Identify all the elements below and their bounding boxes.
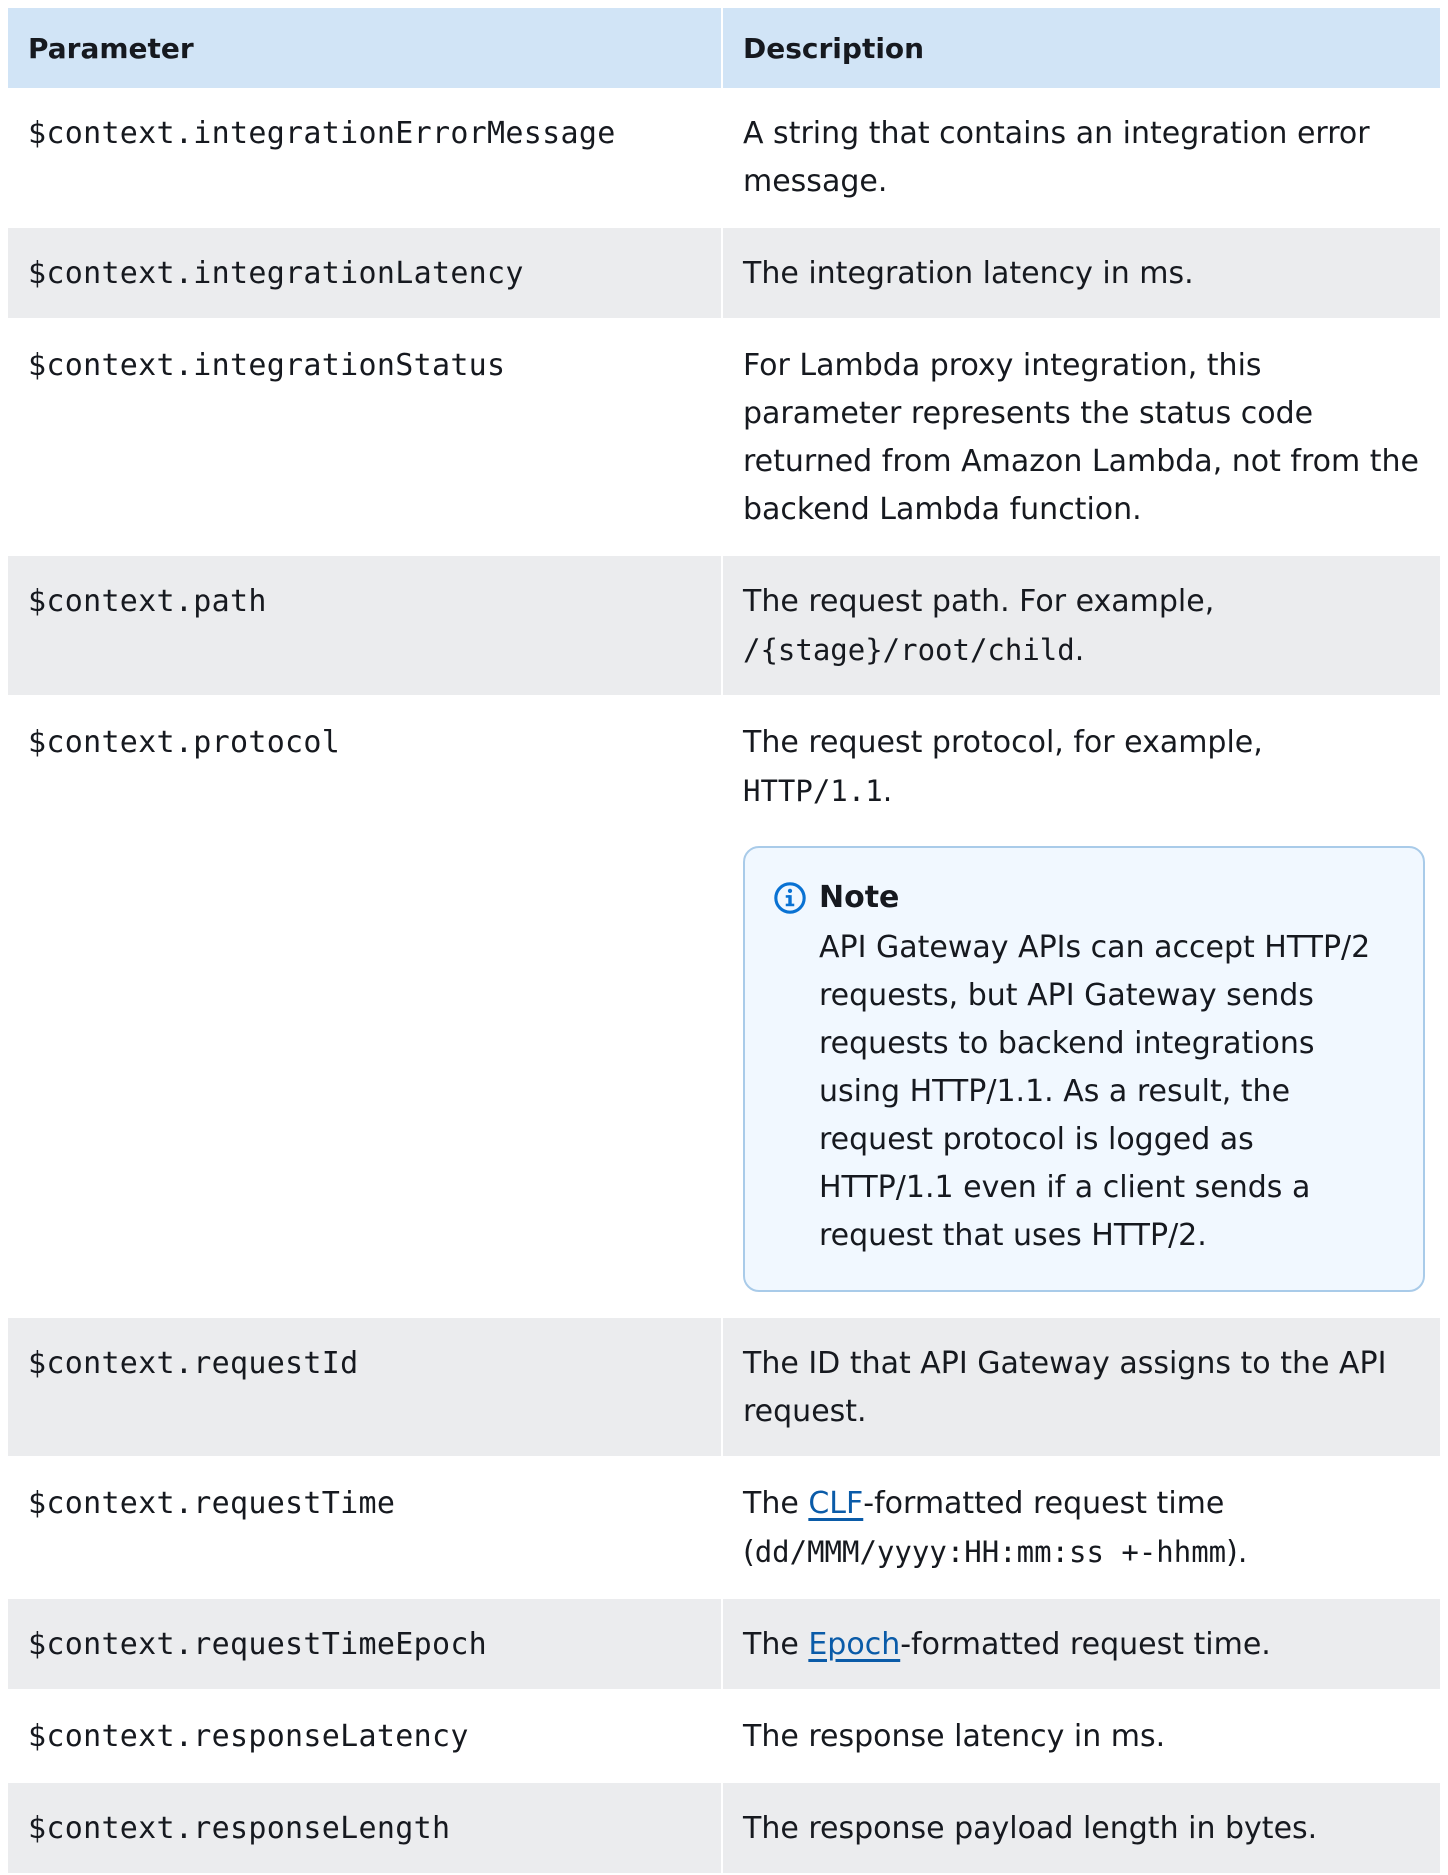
parameter-name: $context.path: [8, 556, 723, 697]
parameter-description: The response latency in ms.: [723, 1691, 1440, 1783]
description-text: .: [1074, 633, 1085, 668]
code-protocol-example: HTTP/1.1: [743, 774, 883, 808]
description-text: .: [882, 774, 893, 809]
table-row: $context.requestTimeEpoch The Epoch-form…: [8, 1599, 1440, 1691]
code-time-format: dd/MMM/yyyy:HH:mm:ss +-hhmm: [754, 1535, 1227, 1569]
parameter-table-container: Parameter Description $context.integrati…: [8, 8, 1440, 1875]
parameter-name: $context.integrationStatus: [8, 320, 723, 556]
table-row: $context.protocol The request protocol, …: [8, 697, 1440, 1318]
table-header-row: Parameter Description: [8, 8, 1440, 88]
table-row: $context.integrationStatus For Lambda pr…: [8, 320, 1440, 556]
table-row: $context.responseLatency The response la…: [8, 1691, 1440, 1783]
parameter-name: $context.requestTimeEpoch: [8, 1599, 723, 1691]
table-row: $context.responseLength The response pay…: [8, 1783, 1440, 1875]
parameter-description: The response payload length in bytes.: [723, 1783, 1440, 1875]
table-row: $context.path The request path. For exam…: [8, 556, 1440, 697]
note-title: Note: [819, 880, 900, 915]
description-text: -formatted request time.: [900, 1627, 1271, 1662]
parameter-description: For Lambda proxy integration, this param…: [723, 320, 1440, 556]
parameter-description: The integration latency in ms.: [723, 228, 1440, 320]
parameter-description: The ID that API Gateway assigns to the A…: [723, 1318, 1440, 1458]
parameter-name: $context.protocol: [8, 697, 723, 1318]
parameter-description: The request protocol, for example, HTTP/…: [723, 697, 1440, 1318]
column-header-description: Description: [723, 8, 1440, 88]
epoch-link[interactable]: Epoch: [808, 1627, 900, 1662]
parameter-name: $context.responseLatency: [8, 1691, 723, 1783]
description-text: The request path. For example,: [743, 584, 1215, 619]
parameter-description: The Epoch-formatted request time.: [723, 1599, 1440, 1691]
note-body: API Gateway APIs can accept HTTP/2 reque…: [819, 930, 1371, 1253]
note-header: Note: [773, 878, 1391, 918]
parameter-description: The CLF-formatted request time (dd/MMM/y…: [723, 1458, 1440, 1599]
description-text: ).: [1226, 1535, 1248, 1570]
description-text: The request protocol, for example,: [743, 725, 1263, 760]
note-callout: Note API Gateway APIs can accept HTTP/2 …: [743, 846, 1425, 1292]
parameter-table: Parameter Description $context.integrati…: [8, 8, 1440, 1875]
table-row: $context.requestTime The CLF-formatted r…: [8, 1458, 1440, 1599]
parameter-name: $context.integrationLatency: [8, 228, 723, 320]
clf-link[interactable]: CLF: [808, 1486, 863, 1521]
info-icon: [774, 882, 806, 914]
description-text: The: [743, 1486, 809, 1521]
parameter-description: The request path. For example, /{stage}/…: [723, 556, 1440, 697]
column-header-parameter: Parameter: [8, 8, 723, 88]
parameter-name: $context.requestTime: [8, 1458, 723, 1599]
parameter-name: $context.requestId: [8, 1318, 723, 1458]
code-path-example: /{stage}/root/child: [743, 633, 1075, 667]
parameter-name: $context.responseLength: [8, 1783, 723, 1875]
table-row: $context.integrationErrorMessage A strin…: [8, 88, 1440, 228]
parameter-name: $context.integrationErrorMessage: [8, 88, 723, 228]
table-row: $context.requestId The ID that API Gatew…: [8, 1318, 1440, 1458]
parameter-description: A string that contains an integration er…: [723, 88, 1440, 228]
description-text: The: [743, 1627, 809, 1662]
table-row: $context.integrationLatency The integrat…: [8, 228, 1440, 320]
